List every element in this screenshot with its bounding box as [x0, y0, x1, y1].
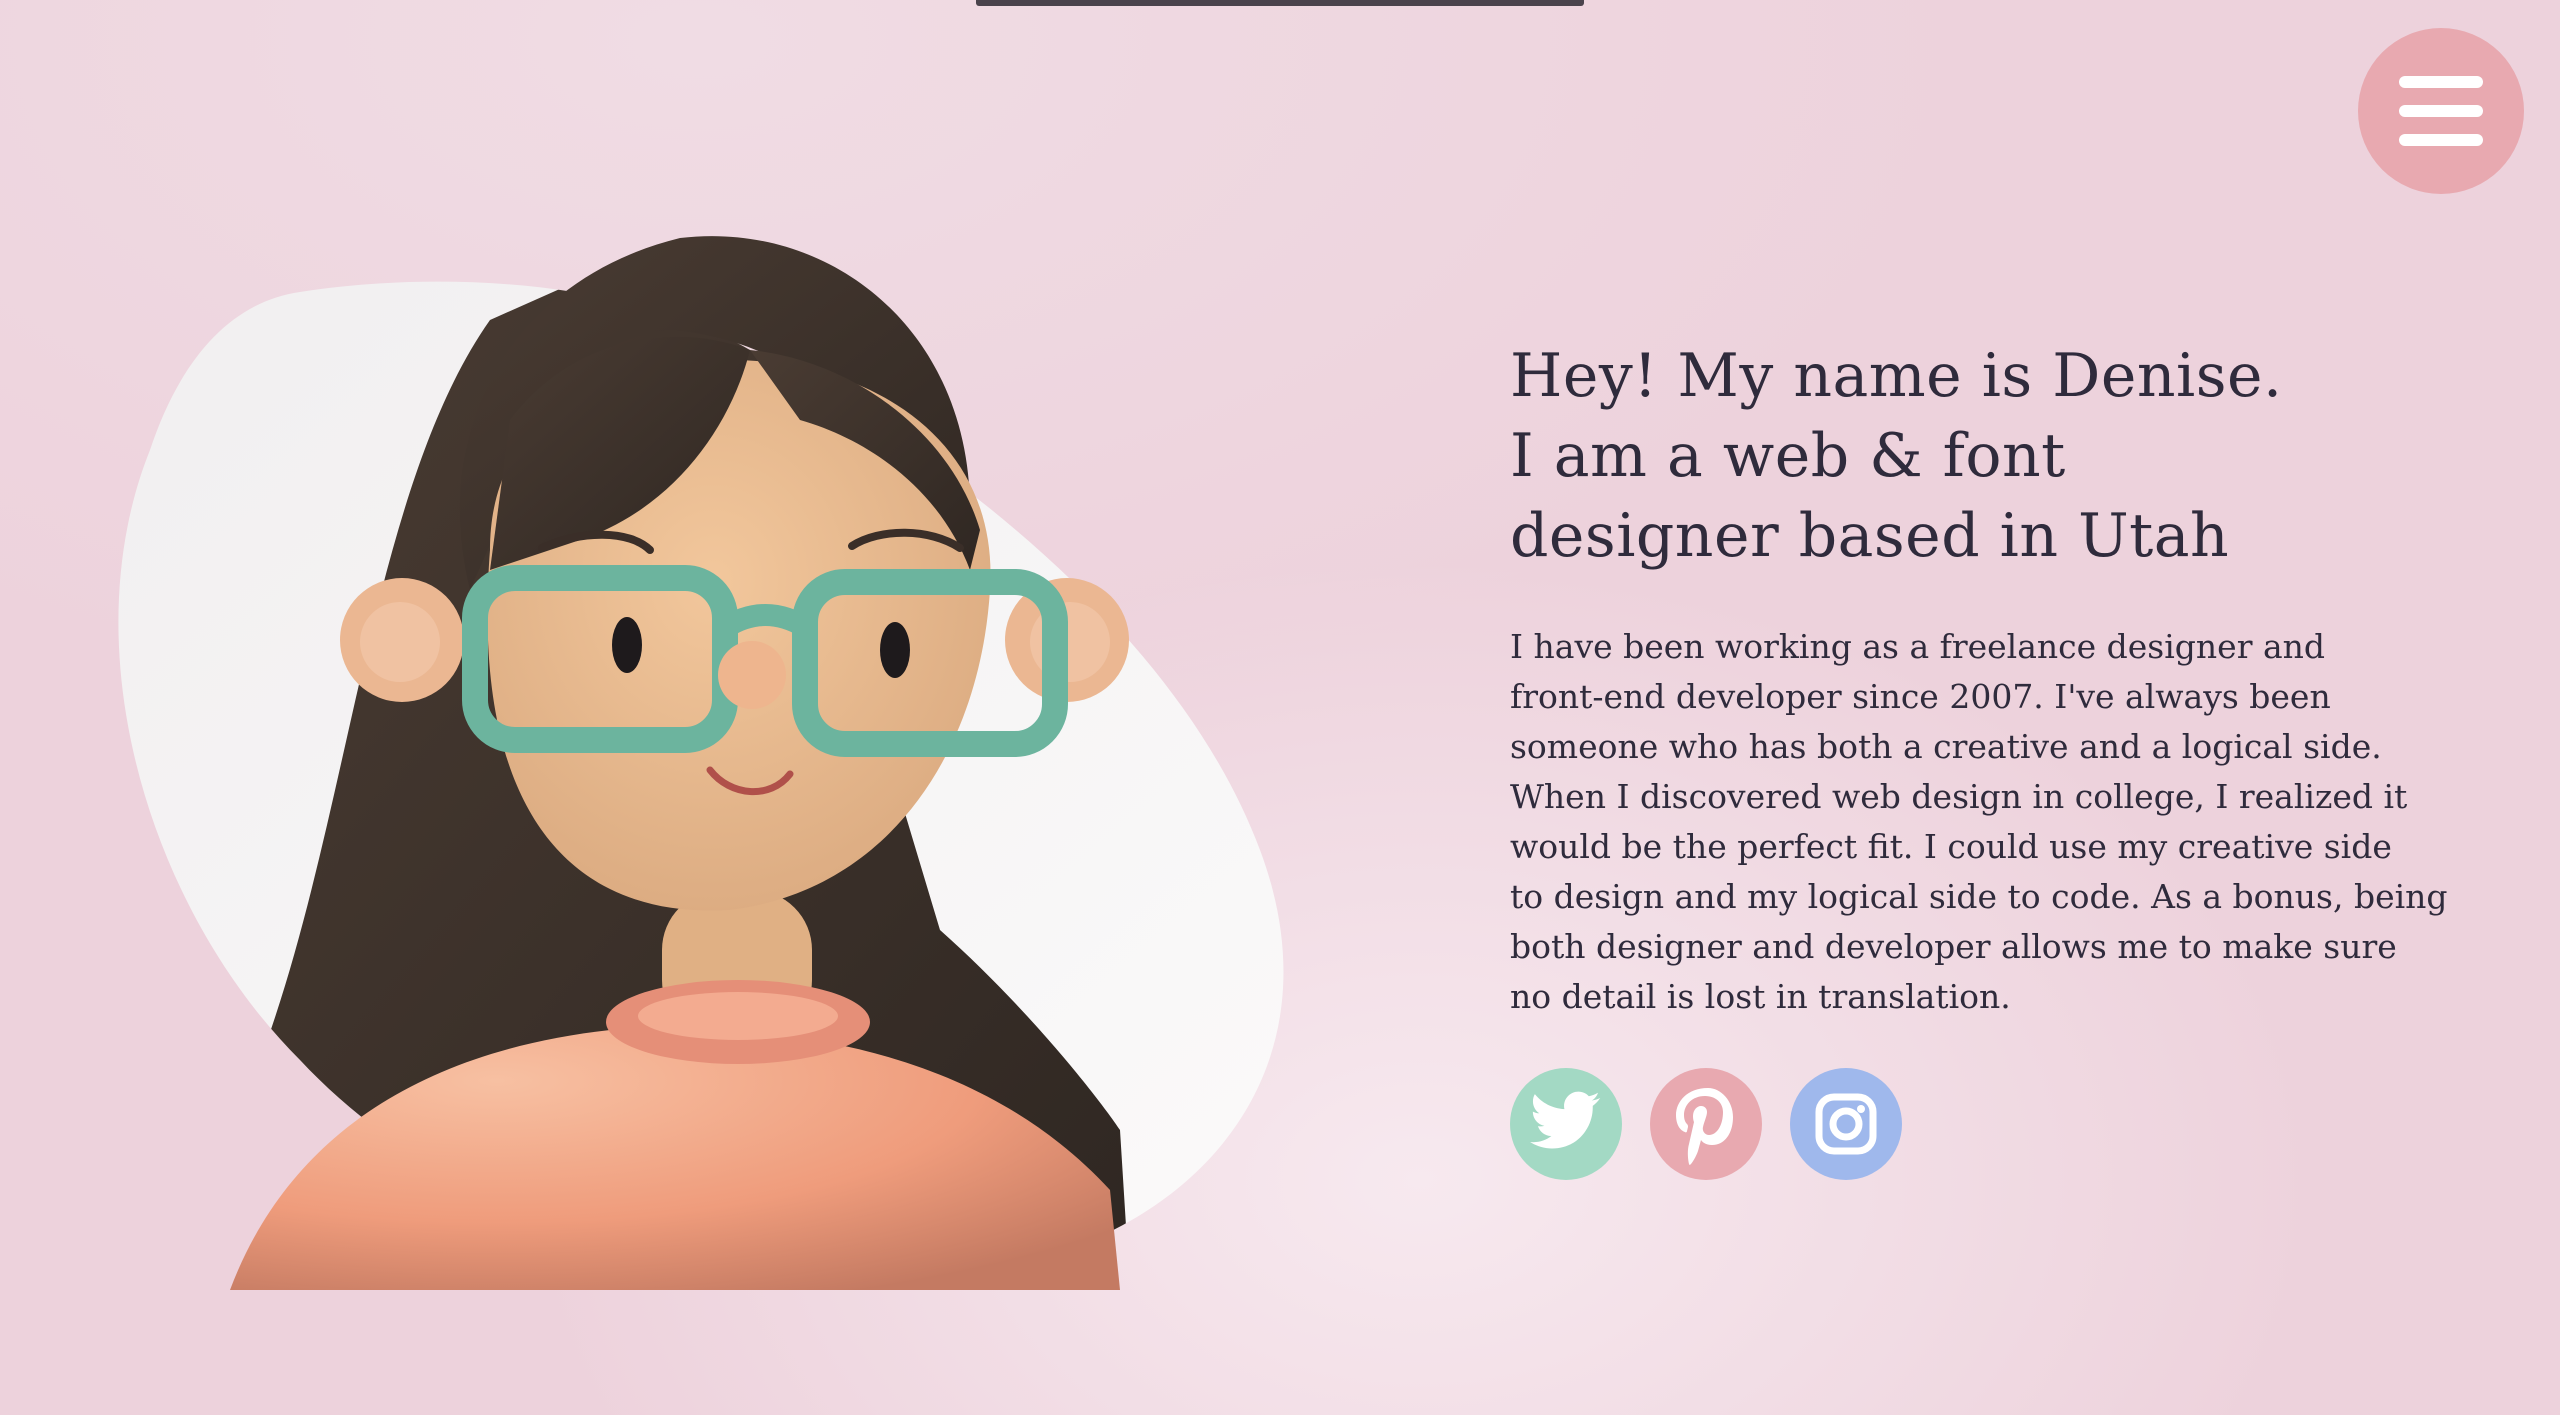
twitter-button[interactable]	[1510, 1068, 1622, 1180]
bio-line: When I discovered web design in college,…	[1510, 777, 2408, 816]
bio-line: would be the perfect fit. I could use my…	[1510, 827, 2392, 866]
headline-line: designer based in Utah	[1510, 501, 2230, 571]
pinterest-icon	[1676, 1088, 1733, 1165]
headline-line: I am a web & font	[1510, 421, 2066, 491]
bio-line: both designer and developer allows me to…	[1510, 927, 2397, 966]
menu-button[interactable]	[2358, 28, 2524, 194]
instagram-button[interactable]	[1790, 1068, 1902, 1180]
headline-line: Hey! My name is Denise.	[1510, 341, 2283, 411]
bio-line: to design and my logical side to code. A…	[1510, 877, 2448, 916]
bio-line: front-end developer since 2007. I've alw…	[1510, 677, 2331, 716]
instagram-icon	[1815, 1093, 1877, 1155]
bio-line: I have been working as a freelance desig…	[1510, 627, 2326, 666]
bio-paragraph: I have been working as a freelance desig…	[1510, 622, 2460, 1022]
avatar-illustration	[110, 230, 1380, 1290]
bio-line: no detail is lost in translation.	[1510, 977, 2011, 1016]
bio-line: someone who has both a creative and a lo…	[1510, 727, 2382, 766]
intro-section: Hey! My name is Denise. I am a web & fon…	[1510, 336, 2470, 1022]
hamburger-menu-icon	[2399, 76, 2483, 146]
page-title: Hey! My name is Denise. I am a web & fon…	[1510, 336, 2470, 576]
pinterest-button[interactable]	[1650, 1068, 1762, 1180]
twitter-icon	[1530, 1091, 1601, 1149]
top-accent-bar	[976, 0, 1584, 6]
